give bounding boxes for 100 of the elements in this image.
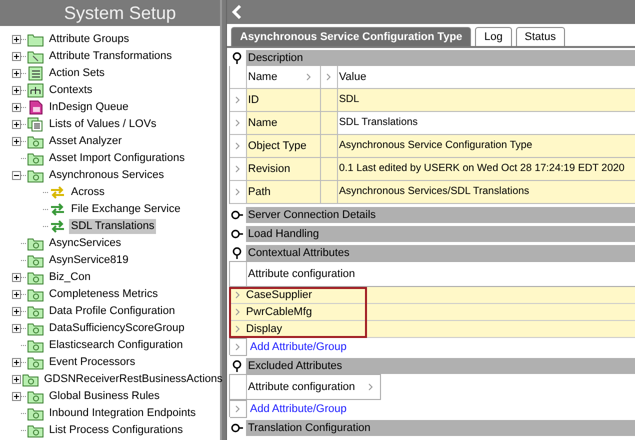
expander-icon[interactable] xyxy=(12,290,21,299)
table-cell: Revision xyxy=(247,158,320,180)
key-icon[interactable] xyxy=(231,209,243,221)
folder-gear-icon xyxy=(27,355,44,370)
chevron-icon xyxy=(235,142,241,150)
section-header[interactable]: Load Handling xyxy=(246,226,635,242)
folder-gear-icon xyxy=(27,287,44,302)
expander-icon[interactable] xyxy=(12,103,21,112)
folder-gear-icon xyxy=(27,151,44,166)
folder-gear-icon xyxy=(27,270,44,285)
folder-icon xyxy=(27,32,44,47)
tree-item[interactable]: GDSNReceiverRestBusinessActions xyxy=(42,372,225,387)
chevron-icon xyxy=(235,308,241,316)
chevron-icon xyxy=(235,165,241,173)
tree-item[interactable]: Biz_Con xyxy=(47,270,93,285)
tab[interactable]: Asynchronous Service Configuration Type xyxy=(231,27,472,46)
chevron-icon xyxy=(235,342,241,350)
table-cell: Path xyxy=(247,181,320,203)
tree-item[interactable]: InDesign Queue xyxy=(47,100,130,115)
chevron-icon xyxy=(235,404,241,412)
tree-item[interactable]: Contexts xyxy=(47,83,94,98)
section-header[interactable]: Description xyxy=(246,50,635,66)
checklist-icon xyxy=(27,66,44,81)
table-cell-text: SDL Translations xyxy=(338,116,419,130)
tree-item[interactable]: AsynService819 xyxy=(47,253,130,268)
section-header[interactable]: Excluded Attributes xyxy=(246,358,635,374)
back-icon[interactable] xyxy=(231,5,243,19)
table-cell: Asynchronous Services/SDL Translations xyxy=(338,181,635,203)
table-cell: Asynchronous Service Configuration Type xyxy=(338,135,635,157)
add-attribute-link[interactable]: Add Attribute/Group xyxy=(247,340,347,352)
pin-icon[interactable] xyxy=(231,52,243,64)
expander-icon[interactable] xyxy=(12,137,21,146)
expander-icon[interactable] xyxy=(12,86,21,95)
folder-gear-icon xyxy=(27,253,44,268)
tree-item[interactable]: Asset Analyzer xyxy=(47,134,124,149)
pin-icon[interactable] xyxy=(231,247,243,259)
table-cell: SDL xyxy=(338,89,635,111)
tree-item[interactable]: Event Processors xyxy=(47,355,138,370)
chevron-icon xyxy=(235,188,241,196)
chevron-icon xyxy=(235,291,241,299)
tree-item[interactable]: AsyncServices xyxy=(47,236,124,251)
document-icon xyxy=(27,100,44,115)
pin-icon[interactable] xyxy=(231,360,243,372)
tree-item[interactable]: Across xyxy=(69,185,107,200)
expander-icon[interactable] xyxy=(12,52,21,61)
attribute-item[interactable]: CaseSupplier xyxy=(246,289,312,301)
tree-item[interactable]: Inbound Integration Endpoints xyxy=(47,406,198,421)
tree-item[interactable]: Elasticsearch Configuration xyxy=(47,338,185,353)
attribute-item[interactable]: PwrCableMfg xyxy=(246,306,312,318)
swap-arrows-icon xyxy=(49,202,66,217)
folder-search-icon xyxy=(27,49,44,64)
tree-item[interactable]: Data Profile Configuration xyxy=(47,304,177,319)
expander-icon[interactable] xyxy=(12,358,21,367)
expander-icon[interactable] xyxy=(12,35,21,44)
attribute-item[interactable]: Display xyxy=(246,323,282,335)
section-header[interactable]: Translation Configuration xyxy=(246,420,635,436)
table-cell: Object Type xyxy=(247,135,320,157)
expander-icon[interactable] xyxy=(12,392,21,401)
key-icon[interactable] xyxy=(231,422,243,434)
tab[interactable]: Status xyxy=(516,27,565,46)
tree-item[interactable]: Asset Import Configurations xyxy=(47,151,187,166)
add-attribute-link[interactable]: Add Attribute/Group xyxy=(247,402,347,414)
tree-item[interactable]: Lists of Values / LOVs xyxy=(47,117,158,132)
table-cell: 0.1 Last edited by USERK on Wed Oct 28 17:24:19 EDT 2020 xyxy=(338,158,635,180)
folder-gear-icon xyxy=(22,372,39,387)
section-header[interactable]: Contextual Attributes xyxy=(246,245,635,261)
chevron-icon xyxy=(306,73,312,81)
folder-gear-icon xyxy=(27,168,44,183)
expander-icon[interactable] xyxy=(12,171,21,180)
expander-icon[interactable] xyxy=(12,375,21,384)
column-header[interactable]: Attribute configuration xyxy=(247,268,635,280)
expander-icon[interactable] xyxy=(12,120,21,129)
tree-item[interactable]: Attribute Groups xyxy=(47,32,132,47)
expander-icon[interactable] xyxy=(12,307,21,316)
list-icon xyxy=(27,117,44,132)
tree-item[interactable]: Global Business Rules xyxy=(47,389,162,404)
tree-item[interactable]: File Exchange Service xyxy=(69,202,182,217)
tree-item[interactable]: Action Sets xyxy=(47,66,107,81)
folder-gear-icon xyxy=(27,338,44,353)
key-icon[interactable] xyxy=(231,228,243,240)
tree-item[interactable]: List Process Configurations xyxy=(47,423,185,438)
section-header[interactable]: Server Connection Details xyxy=(246,207,635,223)
expander-icon[interactable] xyxy=(12,69,21,78)
column-header[interactable]: Name xyxy=(247,66,320,88)
tree-item[interactable]: Attribute Transformations xyxy=(47,49,174,64)
tree-item[interactable]: Completeness Metrics xyxy=(47,287,160,302)
folder-gear-icon xyxy=(27,134,44,149)
tree-item[interactable]: Asynchronous Services xyxy=(47,168,166,183)
folder-gear-icon xyxy=(27,389,44,404)
tree-item[interactable]: DataSufficiencyScoreGroup xyxy=(47,321,187,336)
chevron-icon xyxy=(235,325,241,333)
tab[interactable]: Log xyxy=(475,27,512,46)
swap-arrows-icon xyxy=(49,219,66,234)
folder-gear-icon xyxy=(27,304,44,319)
column-header[interactable]: Value xyxy=(338,66,635,88)
expander-icon[interactable] xyxy=(12,273,21,282)
tree-item[interactable]: SDL Translations xyxy=(69,219,156,234)
chevron-icon xyxy=(368,383,374,391)
expander-icon[interactable] xyxy=(12,324,21,333)
folder-gear-icon xyxy=(27,321,44,336)
